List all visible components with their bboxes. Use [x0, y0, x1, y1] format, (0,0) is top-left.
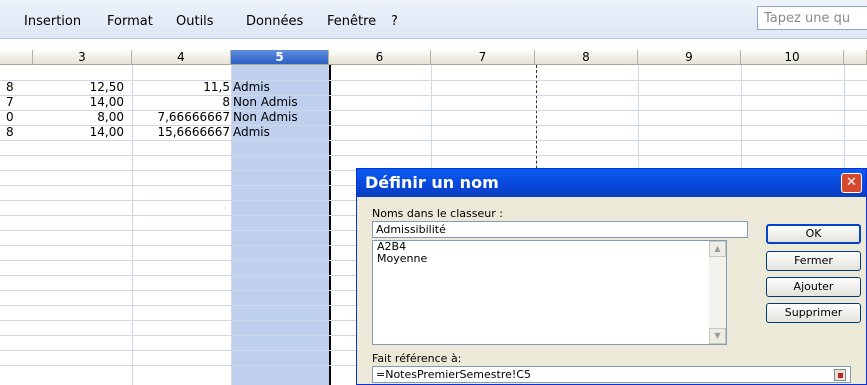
cell-col3[interactable]: 14,00	[40, 95, 124, 109]
menu-format[interactable]: Format	[107, 14, 153, 29]
column-header-3[interactable]: 3	[33, 50, 132, 65]
column-header-6[interactable]: 6	[329, 50, 431, 65]
column-header-8[interactable]: 8	[535, 50, 638, 65]
cell-col2[interactable]: 8	[6, 125, 14, 139]
column-header-next[interactable]	[844, 50, 867, 65]
menu-bar: Insertion Format Outils Données Fenêtre …	[0, 0, 867, 39]
range-select-icon[interactable]	[834, 369, 846, 381]
cell-col4[interactable]: 11,5	[132, 80, 230, 94]
cell-col5[interactable]: Admis	[233, 125, 270, 139]
cell-col3[interactable]: 14,00	[40, 125, 124, 139]
cell-col5[interactable]: Admis	[233, 80, 270, 94]
reference-label: Fait référence à:	[372, 352, 462, 365]
grid-line	[0, 80, 867, 81]
menu-donnees[interactable]: Données	[246, 14, 303, 29]
cell-col2[interactable]: 0	[6, 110, 14, 124]
selection-border	[329, 65, 331, 385]
close-icon[interactable]: ✕	[841, 173, 862, 193]
list-item[interactable]: Moyenne	[373, 253, 726, 265]
grid-line	[0, 125, 867, 126]
cell-col2[interactable]: 7	[6, 95, 14, 109]
cell-col5[interactable]: Non Admis	[233, 95, 298, 109]
name-input[interactable]: Admissibilité	[372, 221, 748, 238]
cell-col4[interactable]: 7,66666667	[132, 110, 230, 124]
delete-button[interactable]: Supprimer	[766, 303, 861, 323]
menu-fenetre[interactable]: Fenêtre	[327, 14, 376, 29]
cell-col5[interactable]: Non Admis	[233, 110, 298, 124]
reference-value: =NotesPremierSemestre!C5	[376, 368, 531, 381]
column-header-7[interactable]: 7	[431, 50, 535, 65]
cell-col4[interactable]: 15,6666667	[132, 125, 230, 139]
names-label: Noms dans le classeur :	[372, 207, 503, 220]
menu-outils[interactable]: Outils	[176, 14, 214, 29]
cell-col3[interactable]: 12,50	[40, 80, 124, 94]
grid-line	[0, 140, 867, 141]
dialog-title: Définir un nom	[357, 169, 866, 197]
reference-input[interactable]: =NotesPremierSemestre!C5	[372, 366, 851, 383]
scroll-down-icon[interactable]: ▼	[709, 328, 726, 344]
list-scrollbar[interactable]: ▲ ▼	[709, 241, 726, 344]
close-button[interactable]: Fermer	[766, 251, 861, 271]
cell-col2[interactable]: 8	[6, 80, 14, 94]
ok-button[interactable]: OK	[766, 224, 861, 244]
names-list[interactable]: A2B4 Moyenne ▲ ▼	[372, 240, 727, 345]
grid-line	[231, 65, 232, 385]
help-search-box[interactable]: Tapez une qu	[757, 6, 867, 30]
grid-line	[0, 155, 867, 156]
column-header-10[interactable]: 10	[741, 50, 844, 65]
grid-line	[0, 95, 867, 96]
column-header-4[interactable]: 4	[132, 50, 231, 65]
menu-help[interactable]: ?	[391, 14, 398, 29]
grid-line	[0, 110, 867, 111]
add-button[interactable]: Ajouter	[766, 277, 861, 297]
cell-col4[interactable]: 8	[132, 95, 230, 109]
column-header-blank[interactable]	[0, 50, 33, 65]
column-header-5[interactable]: 5	[231, 50, 329, 65]
cell-col3[interactable]: 8,00	[40, 110, 124, 124]
column-header-9[interactable]: 9	[638, 50, 741, 65]
define-name-dialog: Définir un nom ✕ Noms dans le classeur :…	[356, 168, 867, 385]
scroll-up-icon[interactable]: ▲	[709, 241, 726, 257]
menu-insertion[interactable]: Insertion	[24, 14, 81, 29]
